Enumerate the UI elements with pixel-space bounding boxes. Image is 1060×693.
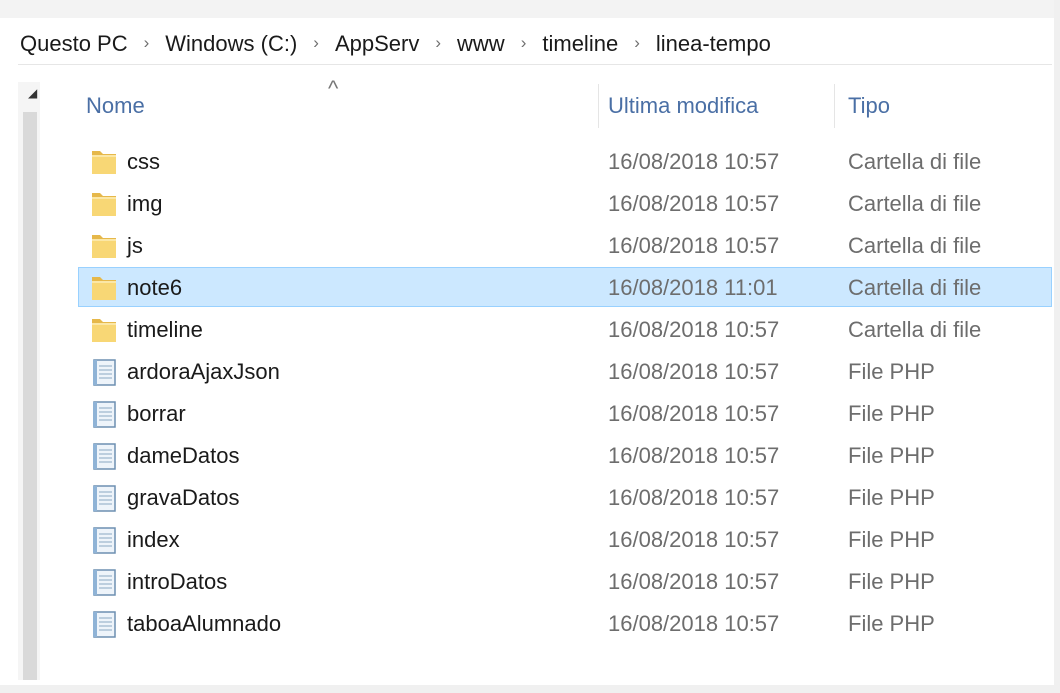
file-row[interactable]: img 16/08/2018 10:57 Cartella di file xyxy=(0,183,1060,225)
column-header-name[interactable]: Nome xyxy=(86,82,145,130)
file-name[interactable]: timeline xyxy=(127,309,203,351)
php-file-icon xyxy=(90,609,118,639)
file-modified: 16/08/2018 10:57 xyxy=(608,569,780,594)
file-type: File PHP xyxy=(848,611,935,636)
file-row[interactable]: introDatos 16/08/2018 10:57 File PHP xyxy=(0,561,1060,603)
file-modified: 16/08/2018 10:57 xyxy=(608,233,780,258)
php-file-icon xyxy=(90,441,118,471)
file-row[interactable]: index 16/08/2018 10:57 File PHP xyxy=(0,519,1060,561)
column-divider[interactable] xyxy=(834,84,835,128)
window-bottom-edge xyxy=(0,685,1060,693)
file-name[interactable]: img xyxy=(127,183,162,225)
file-row[interactable]: css 16/08/2018 10:57 Cartella di file xyxy=(0,141,1060,183)
file-modified: 16/08/2018 11:01 xyxy=(608,275,778,300)
file-name[interactable]: css xyxy=(127,141,160,183)
file-name[interactable]: gravaDatos xyxy=(127,477,240,519)
file-modified: 16/08/2018 10:57 xyxy=(608,191,780,216)
file-modified: 16/08/2018 10:57 xyxy=(608,527,780,552)
breadcrumb-item-questo-pc[interactable]: Questo PC xyxy=(18,31,130,57)
file-type: File PHP xyxy=(848,401,935,426)
php-file-icon xyxy=(90,567,118,597)
breadcrumb-item-www[interactable]: www xyxy=(455,31,507,57)
file-name[interactable]: js xyxy=(127,225,143,267)
file-type: Cartella di file xyxy=(848,191,982,216)
file-type: File PHP xyxy=(848,485,935,510)
file-row[interactable]: timeline 16/08/2018 10:57 Cartella di file xyxy=(0,309,1060,351)
file-row[interactable]: js 16/08/2018 10:57 Cartella di file xyxy=(0,225,1060,267)
column-header-type[interactable]: Tipo xyxy=(848,82,890,130)
window-top-edge xyxy=(0,0,1060,18)
file-modified: 16/08/2018 10:57 xyxy=(608,149,780,174)
file-name[interactable]: taboaAlumnado xyxy=(127,603,281,645)
file-type: File PHP xyxy=(848,569,935,594)
file-modified: 16/08/2018 10:57 xyxy=(608,443,780,468)
file-type: File PHP xyxy=(848,527,935,552)
file-modified: 16/08/2018 10:57 xyxy=(608,611,780,636)
php-file-icon xyxy=(90,483,118,513)
file-type: File PHP xyxy=(848,443,935,468)
file-modified: 16/08/2018 10:57 xyxy=(608,317,780,342)
chevron-right-icon[interactable]: › xyxy=(507,33,541,53)
sort-ascending-icon[interactable]: ^ xyxy=(328,76,338,102)
file-name[interactable]: index xyxy=(127,519,180,561)
file-type: Cartella di file xyxy=(848,149,982,174)
file-row[interactable]: taboaAlumnado 16/08/2018 10:57 File PHP xyxy=(0,603,1060,645)
file-name[interactable]: ardoraAjaxJson xyxy=(127,351,280,393)
folder-icon xyxy=(90,315,118,345)
breadcrumb-item-timeline[interactable]: timeline xyxy=(540,31,620,57)
file-type: Cartella di file xyxy=(848,317,982,342)
address-breadcrumb[interactable]: Questo PC › Windows (C:) › AppServ › www… xyxy=(18,24,1052,65)
file-type: File PHP xyxy=(848,359,935,384)
file-row[interactable]: note6 16/08/2018 11:01 Cartella di file xyxy=(0,267,1060,309)
breadcrumb-item-linea-tempo[interactable]: linea-tempo xyxy=(654,31,773,57)
file-type: Cartella di file xyxy=(848,233,982,258)
folder-icon xyxy=(90,189,118,219)
file-name[interactable]: introDatos xyxy=(127,561,227,603)
breadcrumb-item-windows-c[interactable]: Windows (C:) xyxy=(163,31,299,57)
chevron-right-icon[interactable]: › xyxy=(299,33,333,53)
file-modified: 16/08/2018 10:57 xyxy=(608,359,780,384)
column-header-row: ^ Nome Ultima modifica Tipo xyxy=(0,76,1054,130)
breadcrumb-item-appserv[interactable]: AppServ xyxy=(333,31,421,57)
chevron-right-icon[interactable]: › xyxy=(130,33,164,53)
file-modified: 16/08/2018 10:57 xyxy=(608,485,780,510)
file-row[interactable]: gravaDatos 16/08/2018 10:57 File PHP xyxy=(0,477,1060,519)
file-row[interactable]: ardoraAjaxJson 16/08/2018 10:57 File PHP xyxy=(0,351,1060,393)
file-row[interactable]: borrar 16/08/2018 10:57 File PHP xyxy=(0,393,1060,435)
folder-icon xyxy=(90,273,118,303)
file-name[interactable]: note6 xyxy=(127,267,182,309)
chevron-right-icon[interactable]: › xyxy=(421,33,455,53)
file-name[interactable]: borrar xyxy=(127,393,186,435)
file-modified: 16/08/2018 10:57 xyxy=(608,401,780,426)
folder-icon xyxy=(90,231,118,261)
folder-icon xyxy=(90,147,118,177)
column-header-modified[interactable]: Ultima modifica xyxy=(608,82,758,130)
column-divider[interactable] xyxy=(598,84,599,128)
file-row[interactable]: dameDatos 16/08/2018 10:57 File PHP xyxy=(0,435,1060,477)
file-type: Cartella di file xyxy=(848,275,982,300)
chevron-right-icon[interactable]: › xyxy=(620,33,654,53)
php-file-icon xyxy=(90,357,118,387)
file-name[interactable]: dameDatos xyxy=(127,435,240,477)
php-file-icon xyxy=(90,399,118,429)
php-file-icon xyxy=(90,525,118,555)
